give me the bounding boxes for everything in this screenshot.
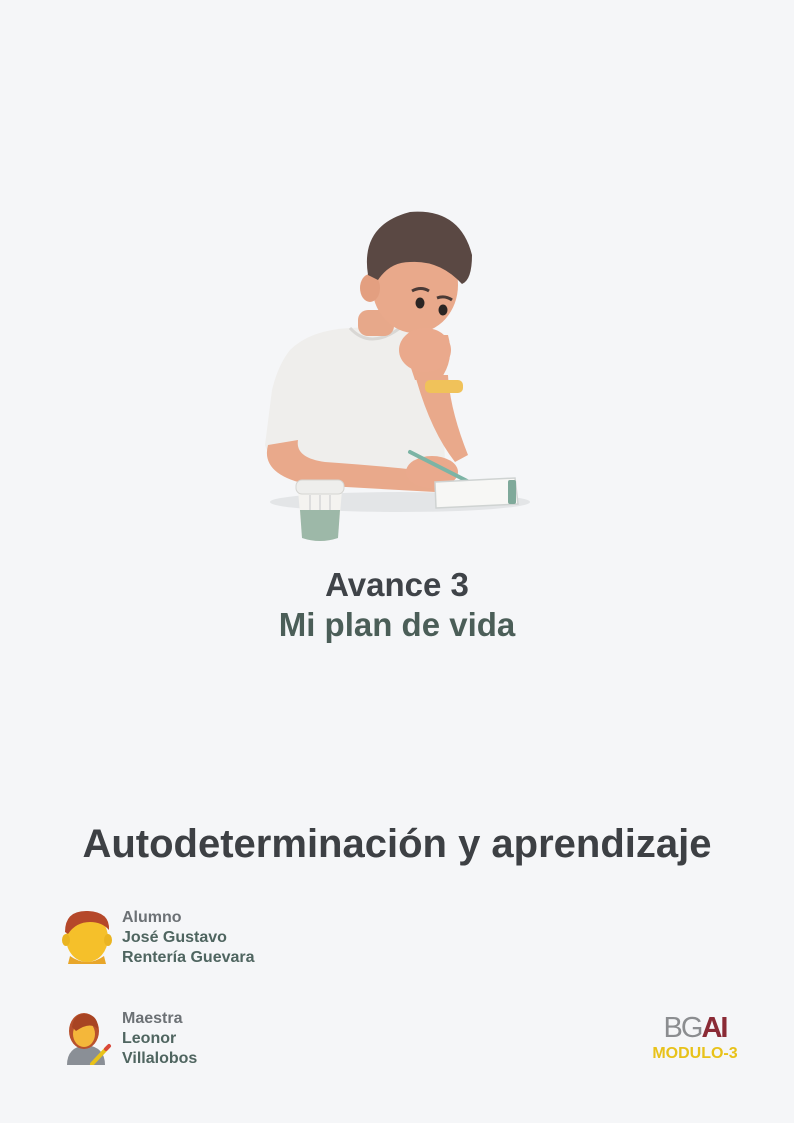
logo-bg-text: BG [663,1012,704,1044]
plan-subtitle: Mi plan de vida [278,606,516,643]
logo-ai-text: AI [701,1012,728,1044]
teacher-icon [67,1013,111,1065]
bgai-logo-mark: BGAI [640,1012,750,1045]
subject-title: Autodeterminación y aprendizaje [82,822,712,866]
module-label: MODULO-3 [652,1045,738,1062]
student-role: Alumno [122,909,182,926]
student-name-last: Rentería Guevara [122,949,255,966]
teacher-name-last: Villalobos [122,1050,198,1067]
teacher-role: Maestra [122,1010,183,1027]
student-thinking-illustration [265,211,530,541]
student-name-first: José Gustavo [122,929,227,946]
teacher-name-first: Leonor [122,1030,177,1047]
progress-title: Avance 3 [325,566,469,603]
student-face-icon [62,910,112,964]
bgai-logo: BGAI MODULO-3 [640,1012,750,1063]
title-block: Avance 3 Mi plan de vida [0,565,794,645]
